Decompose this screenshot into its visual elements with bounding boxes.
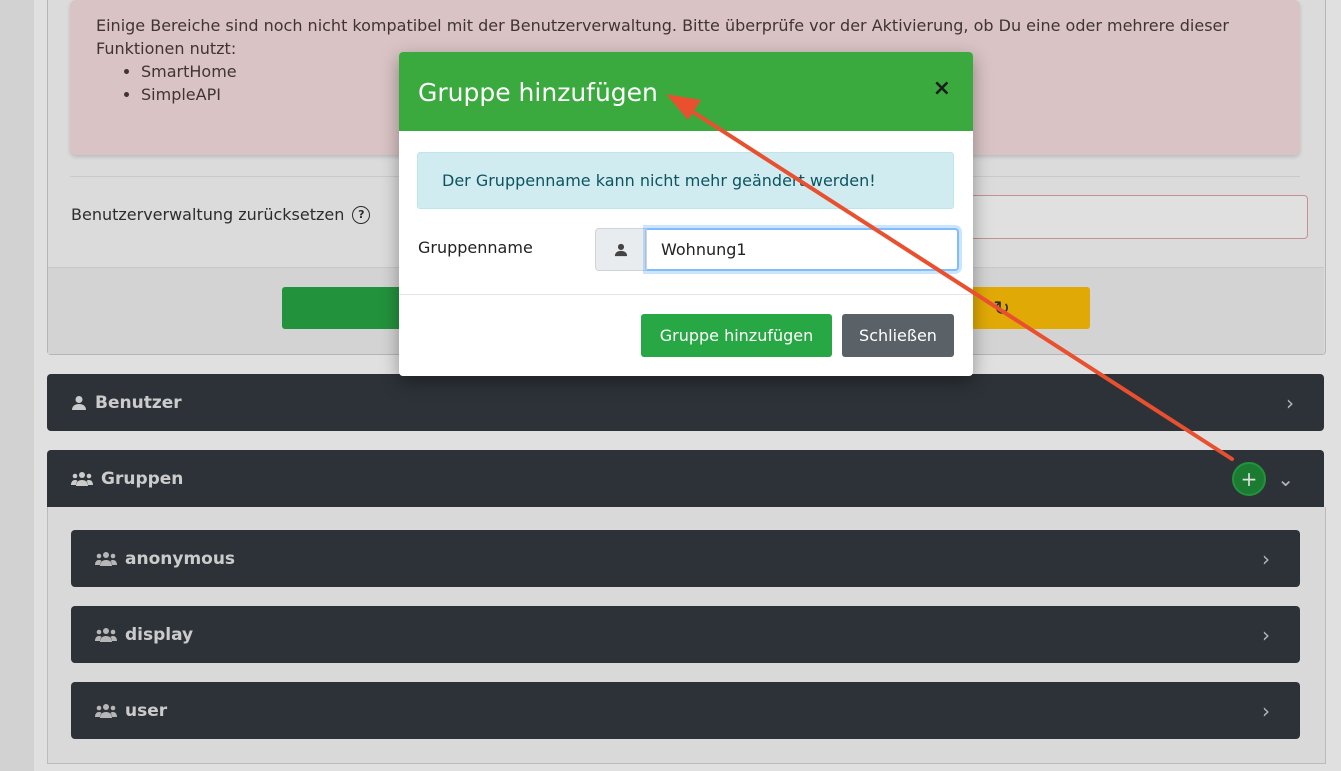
modal-header: Gruppe hinzufügen ×: [399, 52, 973, 131]
group-name-input[interactable]: [646, 228, 959, 271]
modal-title: Gruppe hinzufügen: [418, 78, 658, 107]
info-alert: Der Gruppenname kann nicht mehr geändert…: [417, 152, 954, 209]
user-icon: [595, 228, 646, 271]
info-text: Der Gruppenname kann nicht mehr geändert…: [442, 171, 876, 190]
page: Einige Bereiche sind noch nicht kompatib…: [0, 0, 1341, 771]
group-name-input-group: [595, 228, 959, 271]
modal-footer-divider: [399, 294, 973, 295]
close-icon[interactable]: ×: [933, 76, 951, 101]
add-group-submit-button[interactable]: Gruppe hinzufügen: [641, 314, 832, 357]
add-group-modal: Gruppe hinzufügen × Der Gruppenname kann…: [399, 52, 973, 376]
group-name-label: Gruppenname: [418, 238, 533, 257]
close-button[interactable]: Schließen: [842, 314, 954, 357]
